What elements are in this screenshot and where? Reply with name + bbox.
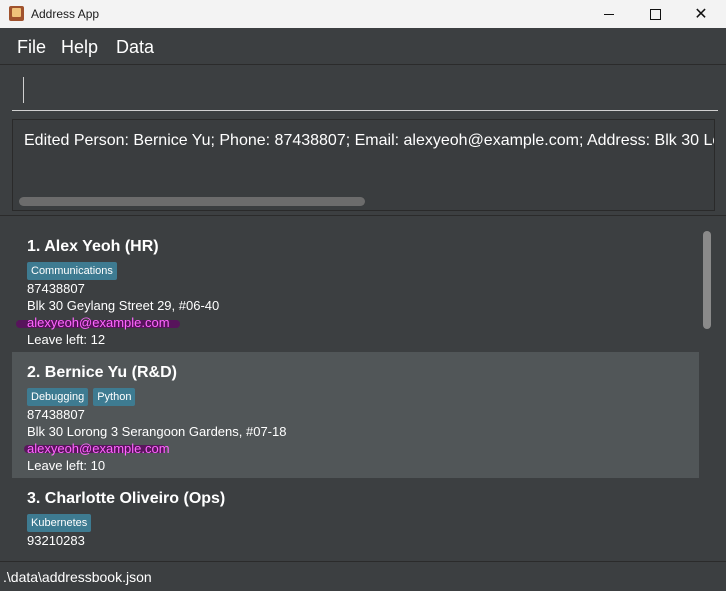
person-phone: 93210283: [27, 533, 85, 548]
maximize-button[interactable]: [632, 0, 678, 28]
list-scrollbar-thumb[interactable]: [703, 231, 711, 329]
person-address: Blk 30 Lorong 3 Serangoon Gardens, #07-1…: [27, 424, 287, 439]
status-bar: .\data\addressbook.json: [0, 561, 726, 591]
result-display[interactable]: Edited Person: Bernice Yu; Phone: 874388…: [12, 119, 715, 211]
person-email: alexyeoh@example.com: [27, 441, 170, 456]
person-name: 1. Alex Yeoh (HR): [27, 238, 159, 255]
person-name: 2. Bernice Yu (R&D): [27, 364, 177, 381]
menu-file[interactable]: File: [17, 37, 46, 58]
person-list[interactable]: 1. Alex Yeoh (HR) Communications 8743880…: [12, 226, 712, 548]
tag-list: Kubernetes: [27, 514, 92, 532]
person-phone: 87438807: [27, 407, 85, 422]
tag-label: Python: [93, 388, 136, 406]
person-card-selected[interactable]: 2. Bernice Yu (R&D) Debugging Python 874…: [12, 352, 699, 478]
save-file-path: .\data\addressbook.json: [3, 569, 152, 585]
menu-bar: File Help Data: [0, 28, 726, 65]
person-address: Blk 30 Geylang Street 29, #06-40: [27, 298, 220, 313]
command-box: [0, 65, 726, 115]
tag-label: Kubernetes: [27, 514, 92, 532]
person-leave: Leave left: 12: [27, 332, 106, 347]
command-input[interactable]: [12, 72, 718, 111]
person-email: alexyeoh@example.com: [27, 315, 170, 330]
title-bar: Address App ✕: [0, 0, 726, 28]
address-book-icon: [9, 6, 24, 21]
maximize-icon: [649, 8, 661, 20]
result-scroll-thumb[interactable]: [19, 197, 365, 206]
close-button[interactable]: ✕: [678, 0, 724, 28]
person-card[interactable]: 1. Alex Yeoh (HR) Communications 8743880…: [12, 226, 699, 352]
divider: [0, 215, 726, 216]
text-caret: [23, 77, 24, 103]
minimize-button[interactable]: [586, 0, 632, 28]
window-title: Address App: [31, 7, 100, 21]
result-message: Edited Person: Bernice Yu; Phone: 874388…: [24, 132, 714, 149]
menu-help[interactable]: Help: [61, 37, 98, 58]
tag-list: Communications: [27, 262, 117, 280]
person-phone: 87438807: [27, 281, 85, 296]
close-icon: ✕: [694, 6, 708, 23]
minimize-icon: [604, 13, 614, 15]
result-horizontal-scrollbar[interactable]: [19, 197, 709, 206]
tag-list: Debugging Python: [27, 388, 136, 406]
person-card[interactable]: 3. Charlotte Oliveiro (Ops) Kubernetes 9…: [12, 478, 699, 548]
person-leave: Leave left: 10: [27, 458, 106, 473]
tag-label: Communications: [27, 262, 117, 280]
menu-data[interactable]: Data: [116, 37, 154, 58]
person-name: 3. Charlotte Oliveiro (Ops): [27, 490, 226, 507]
tag-label: Debugging: [27, 388, 89, 406]
